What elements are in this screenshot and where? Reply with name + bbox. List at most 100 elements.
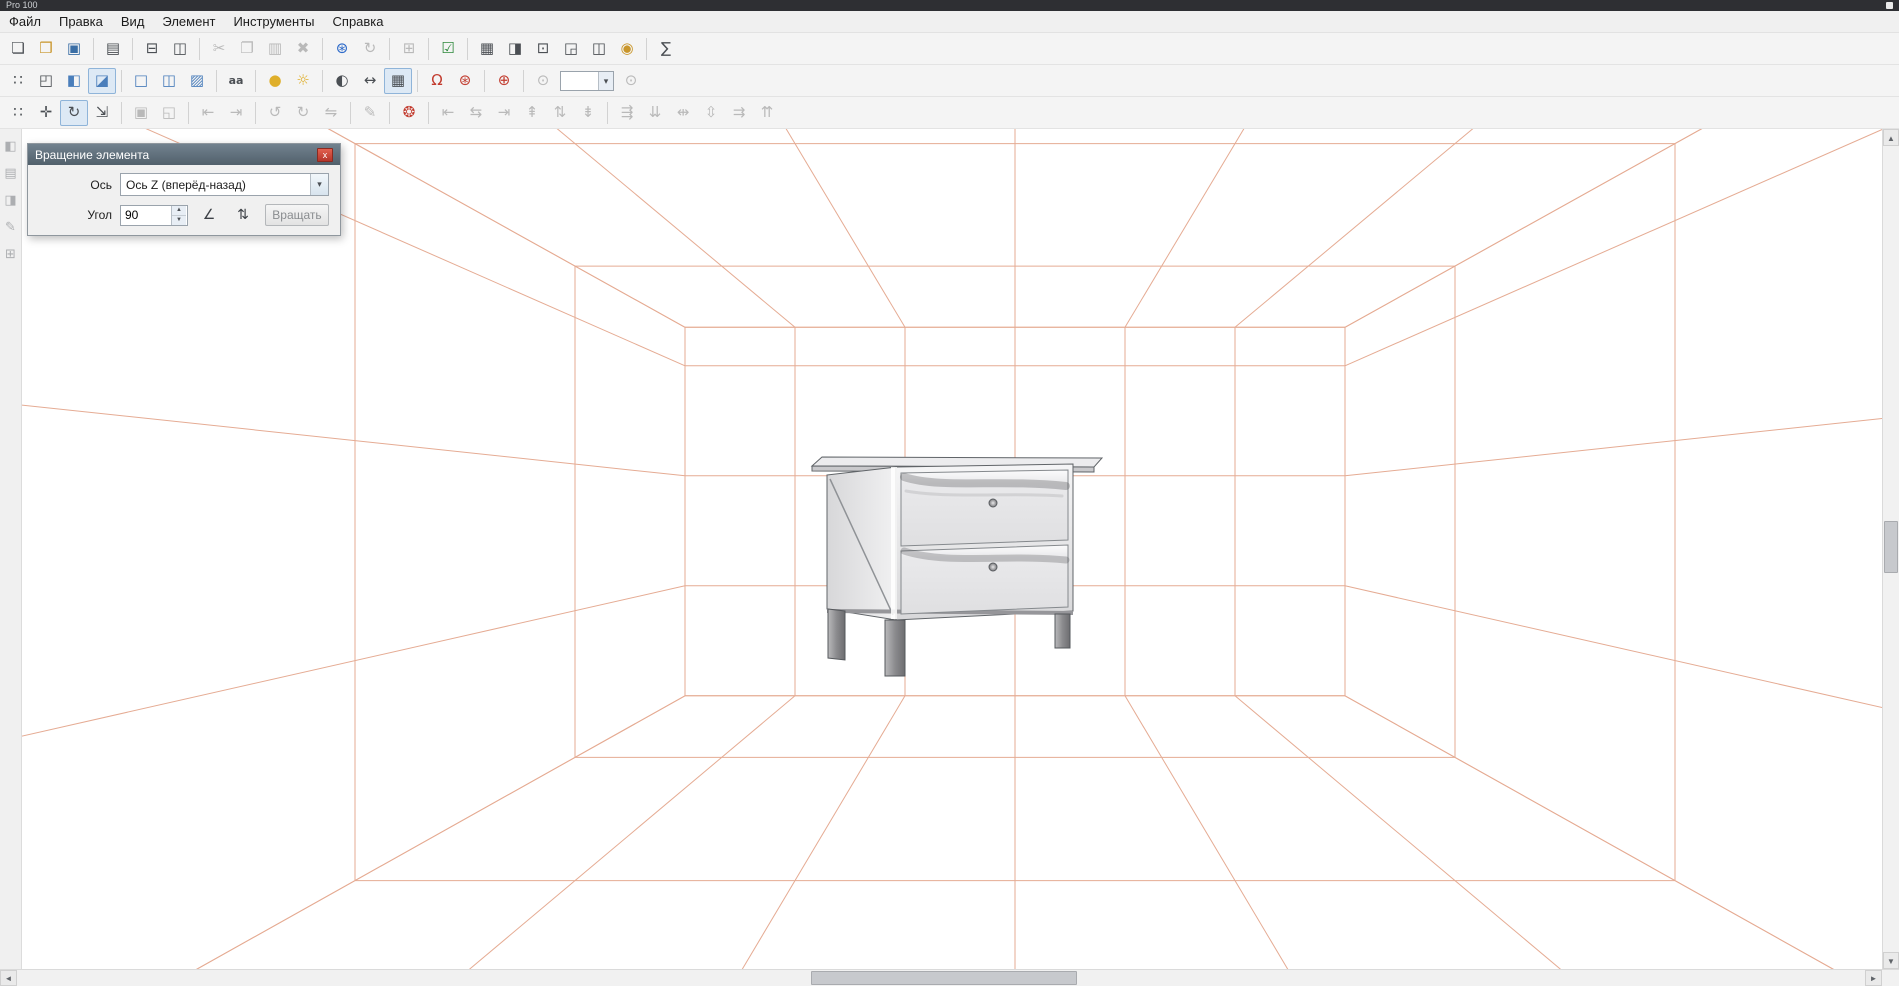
price-list-button[interactable]: ▤: [99, 36, 127, 62]
panel-props-button[interactable]: ⊞: [2, 245, 20, 263]
rotation-dialog-titlebar[interactable]: Вращение элемента x: [28, 144, 340, 165]
menu-element[interactable]: Элемент: [153, 11, 224, 32]
chevron-down-icon[interactable]: ▾: [598, 72, 613, 90]
fit-width-button[interactable]: ⇹: [669, 100, 697, 126]
zoom-window-button[interactable]: ⊙: [617, 68, 645, 94]
textured-view-button[interactable]: ▨: [183, 68, 211, 94]
center-view-button[interactable]: ⊕: [490, 68, 518, 94]
scroll-left-icon[interactable]: ◄: [0, 970, 17, 986]
standards-check-button[interactable]: ☑: [434, 36, 462, 62]
solid-cube-view-button[interactable]: ◧: [60, 68, 88, 94]
report-preview-button[interactable]: ◨: [501, 36, 529, 62]
align-middle-button[interactable]: ⇅: [546, 100, 574, 126]
close-icon[interactable]: x: [317, 148, 333, 162]
menu-file[interactable]: Файл: [0, 11, 50, 32]
horizontal-scrollbar-thumb[interactable]: [811, 971, 1077, 985]
rotate-tool-button[interactable]: ↻: [60, 100, 88, 126]
delete-button[interactable]: ✖: [289, 36, 317, 62]
menu-tools[interactable]: Инструменты: [224, 11, 323, 32]
panel-edit-button[interactable]: ✎: [2, 218, 20, 236]
flip-direction-button[interactable]: ⇅: [230, 204, 256, 226]
history-button[interactable]: ↻: [356, 36, 384, 62]
spin-up-icon[interactable]: ▲: [172, 206, 186, 216]
viewport-3d[interactable]: Вращение элемента x Ось Ось Z (вперёд-на…: [22, 129, 1882, 969]
window-controls-icon[interactable]: [1886, 2, 1893, 9]
report-summary-button[interactable]: ▦: [473, 36, 501, 62]
cut-button[interactable]: ✂: [205, 36, 233, 62]
magnet-snap-button[interactable]: Ω: [423, 68, 451, 94]
shadows-button[interactable]: ◐: [328, 68, 356, 94]
auto-arrange-button[interactable]: ⊛: [451, 68, 479, 94]
calculation-button[interactable]: ∑: [652, 36, 680, 62]
align-top-button[interactable]: ⇞: [518, 100, 546, 126]
horizontal-scrollbar[interactable]: ◄ ►: [0, 969, 1899, 986]
group-button[interactable]: ▣: [127, 100, 155, 126]
wireframe-view-button[interactable]: □: [127, 68, 155, 94]
panel-side-view-button[interactable]: ◨: [2, 191, 20, 209]
scroll-up-icon[interactable]: ▲: [1883, 129, 1899, 146]
paste-button[interactable]: ▥: [261, 36, 289, 62]
distribute-h-button[interactable]: ⇶: [613, 100, 641, 126]
copy-button[interactable]: ❐: [233, 36, 261, 62]
bring-forward-button[interactable]: ⇤: [194, 100, 222, 126]
vertical-scrollbar-thumb[interactable]: [1884, 521, 1898, 573]
properties-button[interactable]: ⊞: [395, 36, 423, 62]
scroll-down-icon[interactable]: ▼: [1883, 952, 1899, 969]
distribute-v-button[interactable]: ⇊: [641, 100, 669, 126]
scroll-right-icon[interactable]: ►: [1865, 970, 1882, 986]
selection-mode-button[interactable]: ∷: [4, 68, 32, 94]
grid-button[interactable]: ▦: [384, 68, 412, 94]
mirror-button[interactable]: ⇋: [317, 100, 345, 126]
send-back-button[interactable]: ⇥: [222, 100, 250, 126]
align-bottom-button[interactable]: ⇟: [574, 100, 602, 126]
zoom-level-combobox[interactable]: ▾: [560, 71, 614, 91]
render-quality-button[interactable]: ●: [261, 68, 289, 94]
space-equal-v-button[interactable]: ⇈: [753, 100, 781, 126]
perspective-view-button[interactable]: ◪: [88, 68, 116, 94]
fit-height-button[interactable]: ⇳: [697, 100, 725, 126]
edit-shape-button[interactable]: ✎: [356, 100, 384, 126]
cabinet-model[interactable]: [812, 457, 1102, 676]
horizontal-scrollbar-track[interactable]: [17, 970, 1865, 986]
rotate-right-button[interactable]: ↻: [289, 100, 317, 126]
material-button[interactable]: ❂: [395, 100, 423, 126]
menu-view[interactable]: Вид: [112, 11, 154, 32]
ungroup-button[interactable]: ◱: [155, 100, 183, 126]
zoom-select-button[interactable]: ⊙: [529, 68, 557, 94]
report-layout-button[interactable]: ◫: [585, 36, 613, 62]
vertical-scrollbar[interactable]: ▲ ▼: [1882, 129, 1899, 969]
menu-help[interactable]: Справка: [324, 11, 393, 32]
panel-front-view-button[interactable]: ▤: [2, 164, 20, 182]
lighting-button[interactable]: ☼: [289, 68, 317, 94]
print-preview-button[interactable]: ◫: [166, 36, 194, 62]
menu-edit[interactable]: Правка: [50, 11, 112, 32]
angle-input[interactable]: [121, 206, 171, 225]
report-cost-button[interactable]: ◉: [613, 36, 641, 62]
plan-view-button[interactable]: ◰: [32, 68, 60, 94]
align-left-button[interactable]: ⇤: [434, 100, 462, 126]
angle-measure-button[interactable]: ∠: [196, 204, 222, 226]
move-tool-button[interactable]: ✛: [32, 100, 60, 126]
hidden-line-view-button[interactable]: ◫: [155, 68, 183, 94]
space-equal-h-button[interactable]: ⇉: [725, 100, 753, 126]
chevron-down-icon[interactable]: ▾: [310, 174, 328, 195]
internet-button[interactable]: ⊛: [328, 36, 356, 62]
report-cutting-button[interactable]: ⊡: [529, 36, 557, 62]
snap-grid-button[interactable]: ∷: [4, 100, 32, 126]
print-button[interactable]: ⊟: [138, 36, 166, 62]
text-labels-button[interactable]: aа: [222, 68, 250, 94]
panel-top-view-button[interactable]: ◧: [2, 137, 20, 155]
dimensions-button[interactable]: ↔: [356, 68, 384, 94]
axis-select[interactable]: Ось Z (вперёд-назад) ▾: [120, 173, 329, 196]
rotate-button[interactable]: Вращать: [265, 204, 329, 226]
spin-down-icon[interactable]: ▼: [172, 216, 186, 225]
align-center-h-button[interactable]: ⇆: [462, 100, 490, 126]
report-elements-button[interactable]: ◲: [557, 36, 585, 62]
save-project-button[interactable]: ▣: [60, 36, 88, 62]
rotate-left-button[interactable]: ↺: [261, 100, 289, 126]
align-right-button[interactable]: ⇥: [490, 100, 518, 126]
open-project-button[interactable]: ❒: [32, 36, 60, 62]
toolbar-separator: [199, 38, 200, 60]
measure-tool-button[interactable]: ⇲: [88, 100, 116, 126]
new-project-button[interactable]: ❏: [4, 36, 32, 62]
